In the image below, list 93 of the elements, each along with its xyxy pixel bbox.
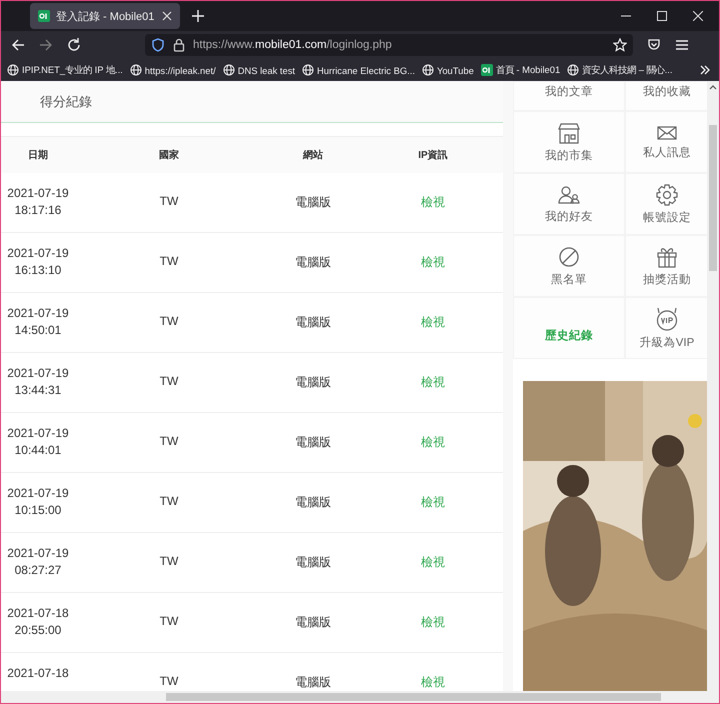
view-link[interactable]: 檢視 xyxy=(421,555,445,569)
country-cell: TW xyxy=(160,194,178,208)
menu-item[interactable]: 升級為VIP xyxy=(625,297,707,359)
scrollbar-thumb[interactable] xyxy=(166,693,661,701)
vip-badge-icon xyxy=(654,306,680,330)
section-title: 得分紀錄 xyxy=(40,92,92,110)
globe-icon xyxy=(302,64,314,76)
globe-icon xyxy=(130,64,142,76)
new-tab-icon[interactable] xyxy=(192,10,204,22)
scrollbar-thumb[interactable] xyxy=(709,125,717,271)
view-link[interactable]: 檢視 xyxy=(421,255,445,269)
bookmark[interactable]: IPIP.NET_专业的 IP 地... xyxy=(7,64,123,76)
date-cell: 2021-07-19 08:27:27 xyxy=(7,545,69,579)
store-icon xyxy=(557,122,581,144)
view-link[interactable]: 檢視 xyxy=(421,615,445,629)
site-cell: 電腦版 xyxy=(295,194,331,211)
settings-icon xyxy=(656,184,678,206)
bookmark[interactable]: DNS leak test xyxy=(222,64,295,76)
country-cell: TW xyxy=(160,374,178,388)
view-link[interactable]: 檢視 xyxy=(421,195,445,209)
reload-icon[interactable] xyxy=(67,38,81,52)
browser-tab[interactable]: 登入記錄 - Mobile01 xyxy=(30,3,180,29)
globe-icon xyxy=(567,64,580,76)
date-cell: 2021-07-19 18:17:16 xyxy=(7,185,69,219)
date-cell: 2021-07-18 xyxy=(7,665,69,682)
bookmark[interactable]: 首頁 - Mobile01 xyxy=(480,64,560,76)
column-header: 日期 xyxy=(28,148,48,162)
address-bar[interactable]: https://www.mobile01.com/loginlog.php xyxy=(145,34,633,56)
url-text: https://www.mobile01.com/loginlog.php xyxy=(193,39,392,51)
maximize-icon[interactable] xyxy=(657,11,667,21)
view-link[interactable]: 檢視 xyxy=(421,495,445,509)
site-cell: 電腦版 xyxy=(295,674,331,691)
close-window-icon[interactable] xyxy=(693,11,703,21)
view-link[interactable]: 檢視 xyxy=(421,375,445,389)
menu-item[interactable]: 抽獎活動 xyxy=(625,235,707,297)
country-cell: TW xyxy=(160,314,178,328)
menu-item[interactable]: 我的好友 xyxy=(513,173,625,235)
bookmark[interactable]: YouTube xyxy=(422,64,474,76)
country-cell: TW xyxy=(160,434,178,448)
chevron-icon[interactable] xyxy=(699,64,711,76)
site-cell: 電腦版 xyxy=(295,374,331,391)
globe-icon xyxy=(222,64,235,76)
globe-icon xyxy=(422,64,434,76)
date-cell: 2021-07-19 13:44:31 xyxy=(7,365,69,399)
country-cell: TW xyxy=(160,674,178,688)
close-icon[interactable] xyxy=(162,11,172,21)
date-cell: 2021-07-18 20:55:00 xyxy=(7,605,69,639)
forward-icon[interactable] xyxy=(39,38,53,52)
country-cell: TW xyxy=(160,254,178,268)
view-link[interactable]: 檢視 xyxy=(421,435,445,449)
site-favicon-icon xyxy=(480,64,493,76)
menu-item[interactable]: 黑名單 xyxy=(513,235,625,297)
site-favicon-icon xyxy=(38,10,50,22)
menu-item[interactable]: 帳號設定 xyxy=(625,173,707,235)
pocket-icon[interactable] xyxy=(647,38,661,52)
shield-icon[interactable] xyxy=(151,38,165,52)
menu-item[interactable]: 我的收藏 xyxy=(625,81,707,111)
column-header: 網站 xyxy=(303,148,323,162)
bookmark[interactable]: 資安人科技網 – 關心... xyxy=(567,64,672,76)
menu-item[interactable]: 我的文章 xyxy=(513,81,625,111)
site-cell: 電腦版 xyxy=(295,494,331,511)
lock-icon xyxy=(173,38,185,52)
bookmark[interactable]: https://ipleak.net/ xyxy=(130,64,216,76)
date-cell: 2021-07-19 10:15:00 xyxy=(7,485,69,519)
people-icon xyxy=(558,184,580,204)
tab-title: 登入記錄 - Mobile01 xyxy=(56,10,156,24)
menu-item[interactable]: 我的市集 xyxy=(513,111,625,173)
block-icon xyxy=(558,246,580,268)
back-icon[interactable] xyxy=(11,38,25,52)
country-cell: TW xyxy=(160,614,178,628)
globe-icon xyxy=(7,64,19,76)
site-cell: 電腦版 xyxy=(295,254,331,271)
menu-item[interactable]: 私人訊息 xyxy=(625,111,707,173)
scroll-up-icon[interactable] xyxy=(709,84,717,90)
menu-icon[interactable] xyxy=(675,38,689,52)
date-cell: 2021-07-19 16:13:10 xyxy=(7,245,69,279)
date-cell: 2021-07-19 14:50:01 xyxy=(7,305,69,339)
column-header: IP資訊 xyxy=(418,148,448,162)
country-cell: TW xyxy=(160,554,178,568)
menu-item[interactable]: 歷史紀錄 xyxy=(513,297,625,359)
country-cell: TW xyxy=(160,494,178,508)
site-cell: 電腦版 xyxy=(295,314,331,331)
star-icon[interactable] xyxy=(613,38,627,52)
column-header: 國家 xyxy=(159,148,179,162)
date-cell: 2021-07-19 10:44:01 xyxy=(7,425,69,459)
view-link[interactable]: 檢視 xyxy=(421,675,445,689)
site-cell: 電腦版 xyxy=(295,554,331,571)
gift-icon xyxy=(656,246,678,268)
site-cell: 電腦版 xyxy=(295,434,331,451)
bookmark[interactable]: Hurricane Electric BG... xyxy=(302,64,415,76)
envelope-icon xyxy=(657,124,677,140)
site-cell: 電腦版 xyxy=(295,614,331,631)
view-link[interactable]: 檢視 xyxy=(421,315,445,329)
